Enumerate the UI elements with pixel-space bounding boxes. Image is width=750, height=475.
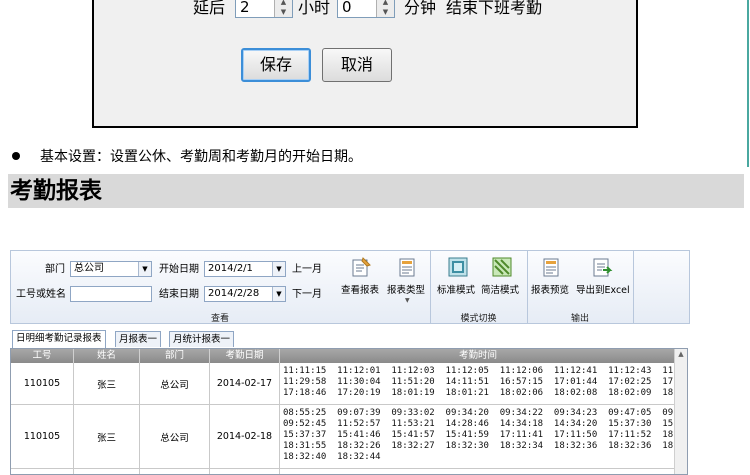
- dept-label: 部门: [45, 264, 65, 275]
- tab-monthly-report[interactable]: 月报表一: [115, 331, 162, 347]
- minutes-spinner[interactable]: 0 ▲ ▼: [337, 0, 395, 18]
- simple-mode-icon[interactable]: [491, 256, 513, 278]
- cell-times: 08:55:25 09:07:39 09:33:02 09:34:20 09:3…: [283, 408, 687, 462]
- mode-group-label: 模式切换: [460, 314, 497, 324]
- after-end-text: 结束下班考勤: [446, 0, 543, 17]
- dept-select[interactable]: 总公司 ▼: [70, 261, 152, 277]
- minutes-value: 0: [342, 0, 352, 16]
- minutes-unit: 分钟: [404, 0, 437, 17]
- table-row[interactable]: 2014-02-18: [210, 405, 280, 469]
- vertical-scrollbar[interactable]: ▲: [674, 349, 687, 474]
- view-report-button[interactable]: 查看报表: [341, 285, 379, 297]
- table-row[interactable]: [210, 469, 280, 474]
- export-excel-icon[interactable]: [591, 256, 613, 278]
- attendance-table: 工号 姓名 部门 考勤日期 考勤时间 110105 张三 总公司 2014-02…: [10, 348, 688, 475]
- emp-label: 工号或姓名: [16, 289, 66, 300]
- col-header-id[interactable]: 工号: [11, 349, 74, 363]
- cell-id: 110105: [23, 378, 61, 389]
- basic-settings-text: 基本设置：设置公休、考勤周和考勤月的开始日期。: [40, 149, 362, 165]
- standard-mode-icon[interactable]: [447, 256, 469, 278]
- table-row[interactable]: [11, 469, 74, 474]
- chevron-down-icon[interactable]: ▼: [272, 287, 285, 301]
- cell-dept: 总公司: [160, 432, 189, 444]
- col-header-name[interactable]: 姓名: [74, 349, 140, 363]
- start-date-picker[interactable]: 2014/2/1 ▼: [204, 261, 286, 277]
- view-report-icon[interactable]: [350, 256, 372, 278]
- page-border-line: [747, 0, 749, 167]
- col-header-times[interactable]: 考勤时间: [280, 349, 677, 363]
- next-month-link[interactable]: 下一月: [292, 288, 322, 301]
- prev-month-link[interactable]: 上一月: [292, 263, 322, 276]
- table-row[interactable]: 总公司: [140, 363, 210, 405]
- delay-label: 延后: [193, 0, 226, 17]
- table-row[interactable]: [74, 469, 140, 474]
- hours-value: 2: [240, 0, 250, 16]
- cell-times: 11:11:15 11:12:01 11:12:03 11:12:05 11:1…: [283, 366, 687, 398]
- emp-input[interactable]: [70, 286, 152, 302]
- end-date-value: 2014/2/28: [208, 288, 260, 299]
- table-row[interactable]: 110105: [11, 405, 74, 469]
- cell-name: 张三: [96, 432, 116, 444]
- cell-name: 张三: [96, 379, 116, 391]
- table-row[interactable]: 总公司: [140, 405, 210, 469]
- col-header-date[interactable]: 考勤日期: [210, 349, 280, 363]
- chevron-down-icon[interactable]: ▼: [405, 297, 410, 304]
- scroll-up-icon[interactable]: ▲: [675, 349, 687, 359]
- spin-down-icon[interactable]: ▼: [377, 7, 394, 17]
- table-row[interactable]: 张三: [74, 405, 140, 469]
- table-row[interactable]: [280, 469, 677, 474]
- preview-button[interactable]: 报表预览: [531, 285, 569, 297]
- table-row[interactable]: 110105: [11, 363, 74, 405]
- end-date-label: 结束日期: [159, 289, 199, 300]
- save-button[interactable]: 保存: [241, 48, 311, 82]
- start-date-label: 开始日期: [159, 264, 199, 275]
- spin-up-icon[interactable]: ▲: [377, 0, 394, 7]
- cell-dept: 总公司: [160, 379, 189, 391]
- spin-up-icon[interactable]: ▲: [275, 0, 292, 7]
- cell-date: 2014-02-18: [216, 431, 273, 442]
- start-date-value: 2014/2/1: [208, 263, 253, 274]
- cell-id: 110105: [23, 431, 61, 442]
- export-excel-button[interactable]: 导出到Excel: [576, 285, 630, 297]
- col-header-dept[interactable]: 部门: [140, 349, 210, 363]
- table-row[interactable]: 2014-02-17: [210, 363, 280, 405]
- end-date-picker[interactable]: 2014/2/28 ▼: [204, 286, 286, 302]
- table-row[interactable]: 张三: [74, 363, 140, 405]
- minutes-spinner-buttons[interactable]: ▲ ▼: [376, 0, 394, 17]
- hours-unit: 小时: [298, 0, 331, 17]
- standard-mode-button[interactable]: 标准模式: [437, 285, 475, 297]
- section-heading: 考勤报表: [8, 174, 744, 208]
- tab-monthly-stats[interactable]: 月统计报表一: [169, 331, 235, 347]
- report-type-icon[interactable]: [396, 256, 418, 278]
- cell-date: 2014-02-17: [216, 378, 273, 389]
- hours-spinner-buttons[interactable]: ▲ ▼: [274, 0, 292, 17]
- spin-down-icon[interactable]: ▼: [275, 7, 292, 17]
- output-group-label: 输出: [570, 314, 589, 324]
- chevron-down-icon[interactable]: ▼: [138, 262, 151, 276]
- simple-mode-button[interactable]: 简洁模式: [481, 285, 519, 297]
- chevron-down-icon[interactable]: ▼: [272, 262, 285, 276]
- bullet-icon: [12, 152, 20, 160]
- dept-value: 总公司: [74, 263, 104, 274]
- tab-daily-detail[interactable]: 日明细考勤记录报表: [12, 330, 106, 348]
- cancel-button[interactable]: 取消: [322, 48, 392, 82]
- table-row[interactable]: [140, 469, 210, 474]
- hours-spinner[interactable]: 2 ▲ ▼: [235, 0, 293, 18]
- preview-icon[interactable]: [540, 256, 562, 278]
- view-group-label: 查看: [210, 314, 229, 324]
- report-type-button[interactable]: 报表类型: [387, 285, 425, 297]
